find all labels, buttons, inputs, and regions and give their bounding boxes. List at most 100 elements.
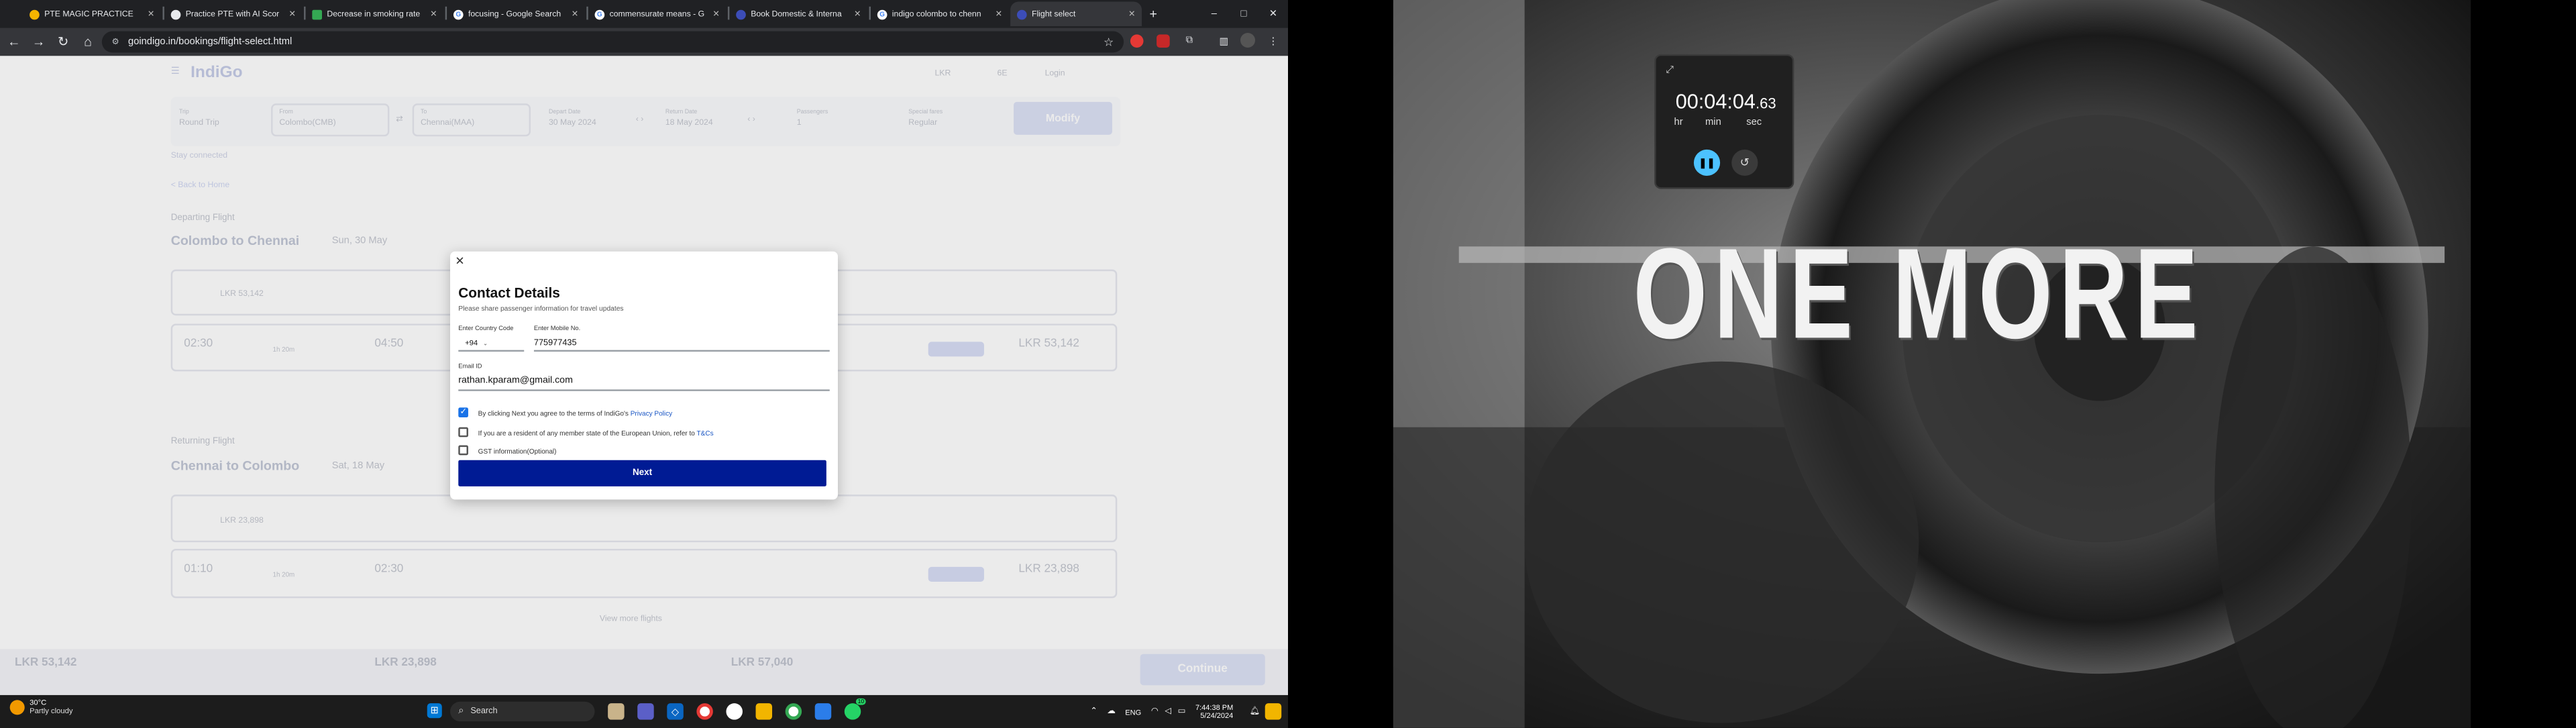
mobile-underline	[533, 350, 830, 352]
volume-icon[interactable]: ◁	[1165, 707, 1171, 717]
url-text: goindigo.in/bookings/flight-select.html	[128, 37, 292, 47]
tab-favicon-icon	[170, 9, 181, 19]
menu-dots-icon[interactable]: ⋮	[1265, 33, 1281, 49]
tcs-link[interactable]: T&Cs	[697, 429, 714, 437]
weather-temp: 30°C	[30, 698, 47, 707]
sheets-icon	[312, 9, 323, 19]
snipping-tool-icon[interactable]	[814, 703, 832, 720]
eu-text: If you are a resident of any member stat…	[478, 429, 714, 437]
modal-close-icon[interactable]: ✕	[455, 255, 464, 268]
country-code-label: Enter Country Code	[458, 325, 514, 332]
mobile-label: Enter Mobile No.	[533, 325, 581, 332]
home-icon[interactable]: ⌂	[77, 32, 99, 53]
taskbar-search-placeholder: Search	[470, 707, 498, 717]
indigo-favicon-icon	[1016, 9, 1027, 19]
tab-title: Book Domestic & Interna	[751, 9, 842, 19]
tab-close-icon[interactable]: ✕	[1125, 9, 1135, 19]
whatsapp-badge: 10	[856, 698, 866, 705]
tab-favicon-icon	[30, 9, 40, 19]
tab-pte-magic[interactable]: PTE MAGIC PRACTICE ✕	[23, 1, 161, 26]
battery-icon[interactable]: ▭	[1178, 707, 1186, 717]
gst-checkbox[interactable]	[458, 445, 468, 456]
profile-avatar-icon[interactable]	[1240, 32, 1256, 48]
tab-focusing-search[interactable]: G focusing - Google Search ✕	[447, 1, 585, 26]
chrome-icon[interactable]	[696, 703, 713, 720]
tab-flight-select[interactable]: Flight select ✕	[1010, 1, 1142, 27]
eu-label: If you are a resident of any member stat…	[478, 429, 695, 437]
unit-min: min	[1705, 118, 1721, 129]
consent-checkbox[interactable]: ✓	[458, 407, 468, 418]
email-input[interactable]: rathan.kparam@gmail.com	[458, 376, 573, 386]
tab-close-icon[interactable]: ✕	[427, 9, 437, 19]
tab-indigo-colombo[interactable]: G indigo colombo to chenn ✕	[871, 1, 1009, 26]
whatsapp-icon[interactable]: 10	[844, 698, 866, 720]
windows-start-icon[interactable]: ⊞	[427, 703, 442, 719]
extensions-puzzle-icon[interactable]: ⧉	[1181, 33, 1197, 49]
tab-commensurate[interactable]: G commensurate means - G ✕	[588, 1, 727, 26]
country-code-underline	[458, 350, 525, 352]
tab-close-icon[interactable]: ✕	[286, 9, 296, 19]
chevron-up-icon[interactable]: ⌃	[1090, 707, 1097, 717]
language-indicator[interactable]: ENG	[1125, 707, 1141, 715]
modal-title: Contact Details	[458, 284, 560, 301]
tab-close-icon[interactable]: ✕	[851, 9, 861, 19]
side-panel-icon[interactable]: ▥	[1216, 33, 1232, 49]
widgets-icon[interactable]	[1265, 703, 1282, 720]
file-explorer-icon[interactable]	[608, 703, 625, 720]
vscode-icon[interactable]: ◇	[667, 703, 684, 720]
system-tray: ⌃ ☁ ENG ◠ ◁ ▭ 7:44:38 PM 5/24/2024 🔔︎	[1090, 695, 1288, 728]
gst-label: GST information(Optional)	[478, 447, 557, 456]
tab-close-icon[interactable]: ✕	[992, 9, 1002, 19]
tab-title: Decrease in smoking rate	[327, 9, 421, 19]
desktop-wallpaper: ONE MORE	[1288, 0, 2576, 728]
stopwatch-seconds: 04	[1732, 90, 1756, 113]
back-arrow-icon[interactable]: ←	[3, 32, 25, 53]
tab-title: PTE MAGIC PRACTICE	[44, 9, 133, 19]
chrome-profile-icon[interactable]	[726, 703, 743, 720]
stopwatch-window: ⤢ 00:04:04.63 hr min sec ❚❚ ↺	[1654, 54, 1794, 189]
tab-book-domestic[interactable]: Book Domestic & Interna ✕	[729, 1, 867, 26]
extension-icon[interactable]	[1130, 34, 1144, 48]
tab-close-icon[interactable]: ✕	[568, 9, 578, 19]
new-tab-button[interactable]: +	[1144, 1, 1163, 26]
email-label: Email ID	[458, 363, 482, 370]
address-bar[interactable]: ⚙ goindigo.in/bookings/flight-select.htm…	[101, 31, 1124, 53]
expand-icon[interactable]: ⤢	[1666, 66, 1674, 77]
tab-close-icon[interactable]: ✕	[144, 9, 154, 19]
wifi-icon[interactable]: ◠	[1151, 707, 1159, 717]
taskbar-clock[interactable]: 7:44:38 PM 5/24/2024	[1195, 703, 1233, 721]
notification-bell-icon[interactable]: 🔔︎	[1250, 707, 1260, 717]
close-window-button[interactable]: ✕	[1258, 0, 1288, 28]
minimize-button[interactable]: –	[1199, 0, 1229, 28]
search-icon: ⌕	[458, 705, 464, 716]
tab-practice-pte[interactable]: Practice PTE with AI Scor ✕	[164, 1, 303, 26]
tab-close-icon[interactable]: ✕	[709, 9, 719, 19]
tab-smoking-rate[interactable]: Decrease in smoking rate ✕	[306, 1, 444, 26]
reload-icon[interactable]: ↻	[52, 32, 74, 53]
privacy-policy-link[interactable]: Privacy Policy	[631, 409, 672, 417]
chrome-icon[interactable]	[785, 703, 802, 720]
weather-desc: Partly cloudy	[30, 707, 73, 715]
site-info-icon[interactable]: ⚙	[112, 37, 123, 47]
stopwatch-fraction: .63	[1755, 95, 1776, 112]
forward-arrow-icon[interactable]: →	[28, 32, 50, 53]
stopwatch-minutes: 04	[1704, 90, 1727, 113]
teams-icon[interactable]	[637, 703, 654, 720]
eu-resident-checkbox[interactable]	[458, 427, 468, 437]
folder-icon[interactable]	[755, 703, 773, 720]
extension-icon[interactable]	[1157, 34, 1170, 48]
google-icon: G	[453, 9, 464, 19]
reset-button[interactable]: ↺	[1731, 149, 1758, 176]
mobile-input[interactable]: 775977435	[534, 338, 577, 348]
weather-widget[interactable]: 30°C Partly cloudy	[9, 698, 73, 715]
maximize-button[interactable]: □	[1229, 0, 1258, 28]
pause-button[interactable]: ❚❚	[1693, 149, 1721, 176]
clock-time: 7:44:38 PM	[1195, 702, 1234, 711]
indigo-flight-select-page: ☰ IndiGo LKR 6E Login Trip Round Trip Fr…	[0, 56, 1289, 695]
country-code-select[interactable]: +94	[465, 338, 478, 346]
next-button[interactable]: Next	[458, 460, 826, 486]
bookmark-star-icon[interactable]: ☆	[1104, 36, 1114, 48]
chevron-down-icon[interactable]: ⌄	[483, 340, 488, 347]
onedrive-cloud-icon[interactable]: ☁	[1107, 707, 1115, 717]
taskbar-search[interactable]: ⌕ Search	[450, 701, 595, 722]
